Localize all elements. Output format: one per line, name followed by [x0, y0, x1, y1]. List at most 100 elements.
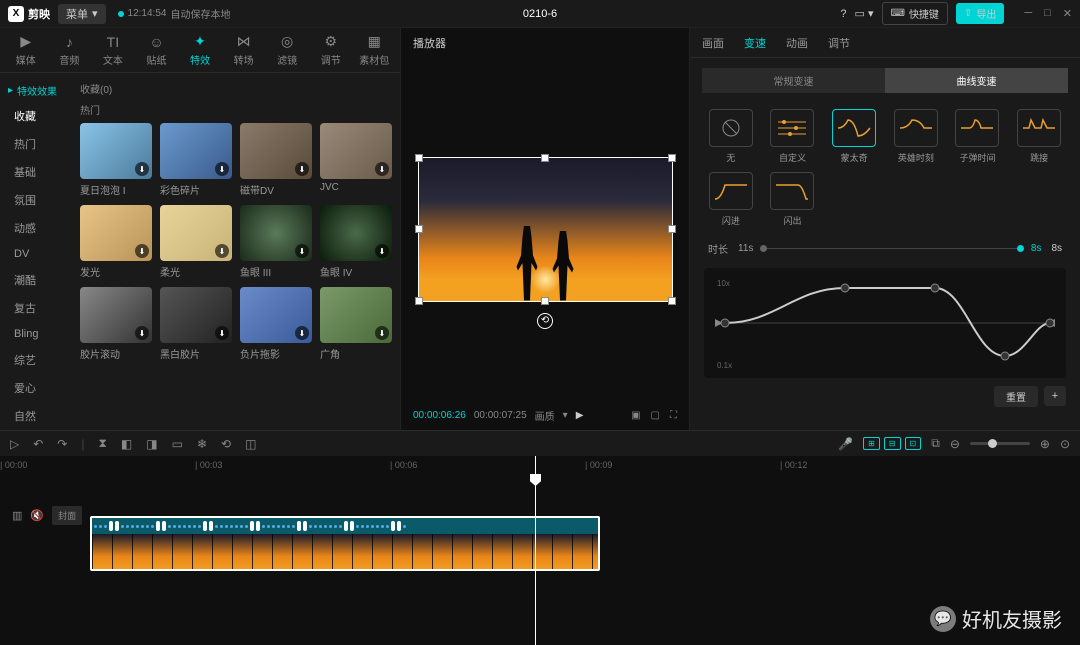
right-tab[interactable]: 调节 [828, 35, 850, 51]
maximize-icon[interactable]: □ [1044, 7, 1051, 20]
quality-chevron-icon[interactable]: ▾ [563, 410, 568, 421]
fx-item[interactable]: ⬇广角 [320, 287, 392, 361]
sidebar-item[interactable]: 氛围 [0, 186, 70, 214]
add-point-button[interactable]: + [1044, 386, 1066, 406]
play-icon[interactable]: ▶ [576, 410, 584, 421]
minimize-icon[interactable]: ─ [1024, 7, 1032, 20]
sidebar-item[interactable]: 潮酷 [0, 266, 70, 294]
split-icon[interactable]: ⧗ [98, 436, 106, 451]
fullscreen-icon[interactable]: ⛶ [670, 410, 677, 421]
playhead[interactable] [535, 456, 536, 645]
freeze-icon[interactable]: ❄ [197, 437, 207, 451]
download-icon[interactable]: ⬇ [215, 162, 229, 176]
download-icon[interactable]: ⬇ [295, 162, 309, 176]
mute-icon[interactable]: ▥ [12, 509, 22, 522]
sidebar-item[interactable]: 综艺 [0, 346, 70, 374]
shortcut-button[interactable]: ⌨ 快捷键 [882, 2, 948, 25]
right-tab[interactable]: 变速 [744, 35, 766, 51]
resize-handle[interactable] [668, 225, 676, 233]
download-icon[interactable]: ⬇ [135, 244, 149, 258]
fx-item[interactable]: ⬇鱼眼 III [240, 205, 312, 279]
preview-canvas[interactable]: ⟲ [418, 157, 673, 302]
snap-button[interactable]: ⊞ [863, 437, 880, 450]
preset-跳接[interactable]: 跳接 [1012, 109, 1066, 164]
snap-button[interactable]: ⊡ [905, 437, 922, 450]
tab-音频[interactable]: ♪音频 [48, 28, 92, 72]
preset-自定义[interactable]: 自定义 [766, 109, 820, 164]
quality-label[interactable]: 画质 [535, 408, 555, 423]
rotate-handle[interactable]: ⟲ [537, 313, 553, 329]
right-tab[interactable]: 动画 [786, 35, 808, 51]
preset-英雄时刻[interactable]: 英雄时刻 [889, 109, 943, 164]
sidebar-item[interactable]: 爱心 [0, 374, 70, 402]
reset-button[interactable]: 重置 [994, 386, 1038, 407]
fx-item[interactable]: ⬇柔光 [160, 205, 232, 279]
zoom-slider[interactable] [970, 442, 1030, 445]
curve-editor[interactable]: 10x 0.1x [704, 268, 1066, 378]
export-button[interactable]: ⇧ 导出 [956, 3, 1004, 24]
snapshot-icon[interactable]: ▣ [631, 410, 640, 421]
mic-icon[interactable]: 🎤 [838, 437, 853, 451]
download-icon[interactable]: ⬇ [375, 326, 389, 340]
resize-handle[interactable] [415, 297, 423, 305]
link-icon[interactable]: ⧉ [931, 436, 940, 451]
select-tool-icon[interactable]: ▷ [10, 437, 19, 451]
download-icon[interactable]: ⬇ [295, 244, 309, 258]
fx-item[interactable]: ⬇JVC [320, 123, 392, 197]
sidebar-item[interactable]: 基础 [0, 158, 70, 186]
right-tab[interactable]: 画面 [702, 35, 724, 51]
crop-icon[interactable]: ◫ [245, 437, 256, 451]
tab-特效[interactable]: ✦特效 [178, 28, 222, 72]
resize-handle[interactable] [668, 154, 676, 162]
preset-无[interactable]: 无 [704, 109, 758, 164]
download-icon[interactable]: ⬇ [215, 244, 229, 258]
fx-item[interactable]: ⬇胶片滚动 [80, 287, 152, 361]
speed-subtab[interactable]: 常规变速 [702, 68, 885, 93]
sidebar-item[interactable]: 复古 [0, 294, 70, 322]
delete-right-icon[interactable]: ◨ [146, 437, 157, 451]
reverse-icon[interactable]: ⟲ [221, 437, 231, 451]
tab-滤镜[interactable]: ◎滤镜 [265, 28, 309, 72]
resize-handle[interactable] [415, 154, 423, 162]
download-icon[interactable]: ⬇ [375, 244, 389, 258]
preset-闪出[interactable]: 闪出 [766, 172, 820, 227]
fx-item[interactable]: ⬇发光 [80, 205, 152, 279]
snap-button[interactable]: ⊟ [884, 437, 901, 450]
resize-handle[interactable] [541, 154, 549, 162]
fx-item[interactable]: ⬇黑白胶片 [160, 287, 232, 361]
cover-button[interactable]: 封面 [52, 506, 82, 525]
delete-left-icon[interactable]: ◧ [121, 437, 132, 451]
video-clip[interactable] [90, 516, 600, 571]
fx-item[interactable]: ⬇磁带DV [240, 123, 312, 197]
fx-item[interactable]: ⬇夏日泡泡 I [80, 123, 152, 197]
download-icon[interactable]: ⬇ [295, 326, 309, 340]
lock-icon[interactable]: 🔇 [30, 509, 44, 522]
download-icon[interactable]: ⬇ [215, 326, 229, 340]
fx-item[interactable]: ⬇鱼眼 IV [320, 205, 392, 279]
tab-媒体[interactable]: ▶媒体 [4, 28, 48, 72]
fx-item[interactable]: ⬇负片拖影 [240, 287, 312, 361]
download-icon[interactable]: ⬇ [135, 162, 149, 176]
sidebar-item[interactable]: DV [0, 242, 70, 266]
preset-闪进[interactable]: 闪进 [704, 172, 758, 227]
menu-button[interactable]: 菜单 ▾ [58, 4, 106, 24]
tab-文本[interactable]: TI文本 [91, 28, 135, 72]
resize-handle[interactable] [668, 297, 676, 305]
original-icon[interactable]: ▢ [651, 410, 660, 421]
slip-icon[interactable]: ▭ [172, 437, 183, 451]
sidebar-item[interactable]: 动感 [0, 214, 70, 242]
resize-handle[interactable] [541, 297, 549, 305]
close-icon[interactable]: ✕ [1063, 7, 1072, 20]
fx-item[interactable]: ⬇彩色碎片 [160, 123, 232, 197]
tab-调节[interactable]: ⚙调节 [309, 28, 353, 72]
sidebar-item[interactable]: 热门 [0, 130, 70, 158]
preset-子弹时间[interactable]: 子弹时间 [951, 109, 1005, 164]
tab-贴纸[interactable]: ☺贴纸 [135, 28, 179, 72]
sidebar-item[interactable]: Bling [0, 322, 70, 346]
layout-icon[interactable]: ▭ ▾ [855, 7, 874, 20]
zoom-fit-icon[interactable]: ⊙ [1060, 437, 1070, 451]
speed-subtab[interactable]: 曲线变速 [885, 68, 1068, 93]
download-icon[interactable]: ⬇ [135, 326, 149, 340]
zoom-in-icon[interactable]: ⊕ [1040, 437, 1050, 451]
sidebar-item[interactable]: 自然 [0, 402, 70, 430]
